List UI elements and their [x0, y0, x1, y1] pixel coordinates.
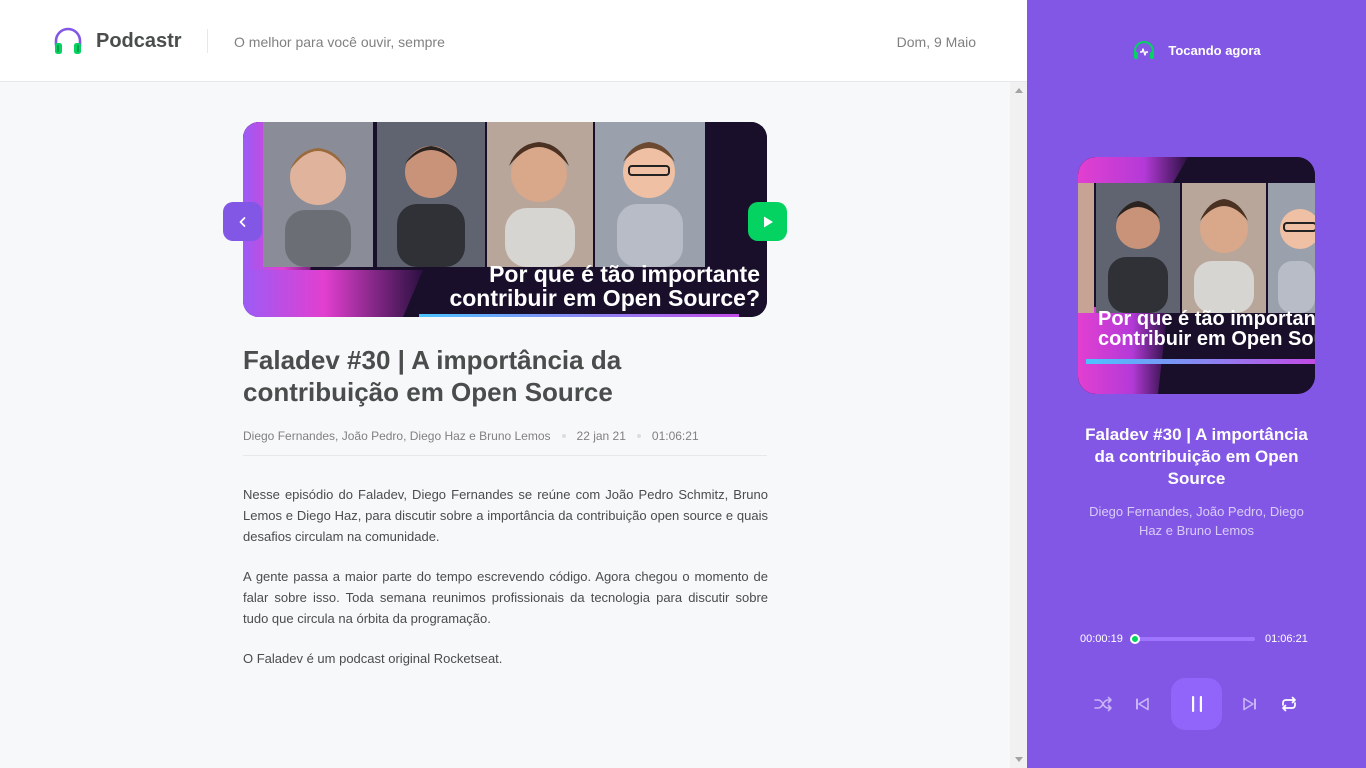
- cover-line-2: contribuir em Open Source?: [1098, 328, 1315, 349]
- skip-next-icon: [1243, 697, 1256, 711]
- scroll-up-arrow-icon[interactable]: [1015, 88, 1023, 93]
- description-paragraph: A gente passa a maior parte do tempo esc…: [243, 569, 768, 626]
- next-button[interactable]: [1238, 692, 1262, 716]
- shuffle-icon: [1094, 696, 1112, 712]
- progress-bar: 00:00:19 01:06:21: [1080, 631, 1312, 647]
- pause-button[interactable]: [1171, 678, 1222, 730]
- repeat-button[interactable]: [1277, 692, 1301, 716]
- description-paragraph: Nesse episódio do Faladev, Diego Fernand…: [243, 487, 768, 544]
- total-time: 01:06:21: [1265, 633, 1308, 645]
- episode-thumbnail: Por que é tão importante contribuir em O…: [243, 122, 767, 317]
- headphones-icon: [54, 27, 82, 54]
- player-controls: [1027, 678, 1366, 730]
- episode-description: Nesse episódio do Faladev, Diego Fernand…: [243, 484, 768, 688]
- pause-icon: [1191, 696, 1202, 712]
- chevron-left-icon: [239, 216, 245, 227]
- episode-page: Por que é tão importante contribuir em O…: [0, 82, 1027, 768]
- headphones-wave-icon: [1134, 41, 1155, 59]
- main-scrollbar[interactable]: [1010, 82, 1027, 768]
- thumbnail-line-1: Por que é tão importante: [489, 261, 760, 287]
- meta-divider: [243, 455, 767, 456]
- repeat-icon: [1282, 696, 1296, 712]
- play-episode-button[interactable]: [748, 202, 787, 241]
- thumbnail-caption: Por que é tão importante contribuir em O…: [388, 262, 760, 310]
- cover-artwork: [1078, 157, 1315, 394]
- previous-button[interactable]: [1130, 692, 1154, 716]
- player-panel: Tocando agora Por que é tão importante c…: [1027, 0, 1366, 768]
- episode-meta: Diego Fernandes, João Pedro, Diego Haz e…: [243, 429, 767, 443]
- episode-members: Diego Fernandes, João Pedro, Diego Haz e…: [243, 429, 551, 443]
- current-time: 00:00:19: [1080, 633, 1123, 645]
- now-playing-header: Tocando agora: [1027, 40, 1366, 60]
- header-divider: [207, 29, 208, 53]
- episode-duration: 01:06:21: [651, 429, 699, 443]
- skip-previous-icon: [1136, 697, 1149, 711]
- episode-title: Faladev #30 | A importância da contribui…: [243, 345, 622, 407]
- cover-line-1: Por que é tão importante: [1098, 309, 1315, 330]
- meta-separator: [636, 434, 641, 438]
- tagline: O melhor para você ouvir, sempre: [234, 34, 445, 50]
- play-icon: [763, 216, 773, 227]
- thumbnail-line-2: contribuir em Open Source?: [449, 285, 760, 311]
- meta-separator: [561, 434, 566, 438]
- app-header: Podcastr O melhor para você ouvir, sempr…: [0, 0, 1027, 82]
- progress-slider[interactable]: [1129, 634, 1255, 644]
- player-episode-members: Diego Fernandes, João Pedro, Diego Haz e…: [1089, 504, 1304, 538]
- player-cover: Por que é tão importante contribuir em O…: [1078, 157, 1315, 394]
- player-episode-title: Faladev #30 | A importância da contribui…: [1085, 425, 1308, 488]
- scroll-down-arrow-icon[interactable]: [1015, 757, 1023, 762]
- description-paragraph: O Faladev é um podcast original Rocketse…: [243, 651, 503, 666]
- progress-handle[interactable]: [1129, 634, 1140, 644]
- current-date: Dom, 9 Maio: [896, 34, 976, 50]
- cover-caption: Por que é tão importante contribuir em O…: [1078, 309, 1315, 349]
- episode-date: 22 jan 21: [576, 429, 626, 443]
- back-button[interactable]: [223, 202, 262, 241]
- now-playing-label: Tocando agora: [1168, 42, 1261, 58]
- shuffle-button[interactable]: [1091, 692, 1115, 716]
- brand-name: Podcastr: [96, 30, 182, 52]
